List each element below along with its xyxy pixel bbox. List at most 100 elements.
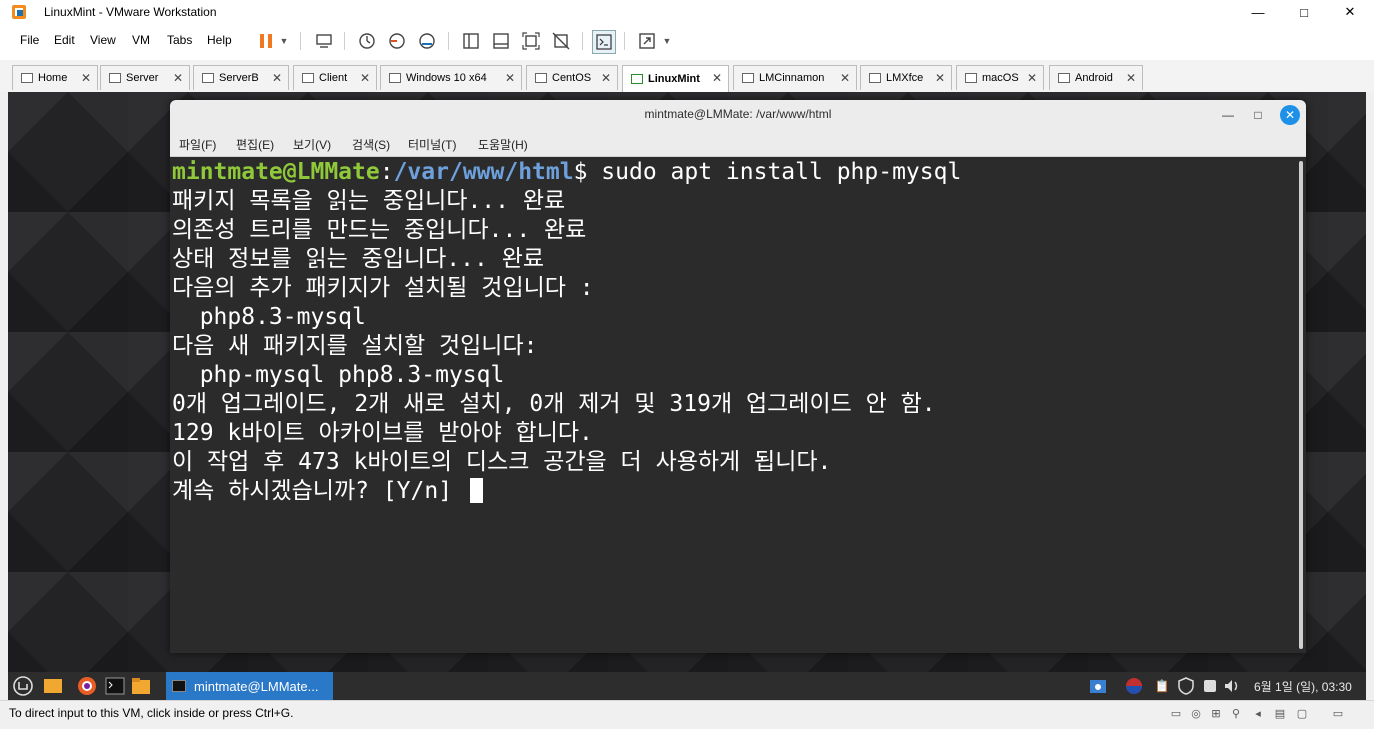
close-icon[interactable]: ✕ [1027,71,1037,85]
close-icon[interactable]: ✕ [935,71,945,85]
update-shield-icon[interactable] [1176,676,1196,696]
terminal-titlebar[interactable]: mintmate@LMMate: /var/www/html — □ ✕ [170,100,1306,130]
snapshot-icon[interactable] [356,30,378,52]
close-icon[interactable]: ✕ [840,71,850,85]
close-icon[interactable]: ✕ [360,71,370,85]
tab-linuxmint[interactable]: LinuxMint ✕ [622,65,729,92]
tab-centos[interactable]: CentOS ✕ [526,65,618,90]
terminal-prompt-line: mintmate@LMMate:/var/www/html$ sudo apt … [172,158,961,187]
terminal-menu-search[interactable]: 검색(S) [352,136,390,153]
vm-tab-strip: Home ✕ Server ✕ ServerB ✕ Client ✕ Windo… [0,60,1374,93]
clock[interactable]: 6월 1일 (일), 03:30 [1254,678,1352,695]
tab-macos[interactable]: macOS ✕ [956,65,1044,90]
tab-windows-10[interactable]: Windows 10 x64 ✕ [380,65,522,90]
display-icon[interactable]: ▢ [1294,706,1310,720]
terminal-line: php-mysql php8.3-mysql [172,362,505,388]
show-library-icon[interactable] [460,30,482,52]
terminal-menu-help[interactable]: 도움말(H) [478,136,528,153]
tab-lmcinnamon[interactable]: LMCinnamon ✕ [733,65,857,90]
minimize-button[interactable]: — [1235,0,1281,24]
message-log-icon[interactable]: ▭ [1330,706,1346,720]
scrollbar-thumb[interactable] [1299,161,1303,649]
close-icon[interactable]: ✕ [81,71,91,85]
text-cursor [469,478,483,503]
show-desktop-icon[interactable] [42,675,64,697]
tab-lmxfce[interactable]: LMXfce ✕ [860,65,952,90]
tab-label: macOS [982,72,1019,84]
sound-card-icon[interactable]: ◂ [1250,706,1266,720]
close-button[interactable]: ✕ [1327,0,1373,24]
tab-label: LMCinnamon [759,72,825,84]
terminal-minimize-button[interactable]: — [1218,105,1238,125]
terminal-output[interactable]: mintmate@LMMate:/var/www/html$ sudo apt … [170,157,1296,653]
close-icon[interactable]: ✕ [272,71,282,85]
volume-icon[interactable] [1222,676,1242,696]
terminal-close-button[interactable]: ✕ [1280,105,1300,125]
vm-frame-right [1366,92,1374,700]
clipboard-icon[interactable]: 📋 [1152,676,1172,696]
stretch-icon[interactable] [636,30,658,52]
guest-taskbar: mintmate@LMMate... 📋 6월 1일 (일), 03:30 [8,672,1366,700]
thumbnail-bar-icon[interactable] [490,30,512,52]
terminal-menu-view[interactable]: 보기(V) [293,136,331,153]
network-icon[interactable] [1200,676,1220,696]
toolbar-divider [582,32,583,50]
menu-view[interactable]: View [90,33,116,47]
terminal-menubar: 파일(F) 편집(E) 보기(V) 검색(S) 터미널(T) 도움말(H) [170,130,1306,157]
vm-icon [389,73,401,83]
terminal-maximize-button[interactable]: □ [1248,105,1268,125]
menu-tabs[interactable]: Tabs [167,33,192,47]
tab-serverb[interactable]: ServerB ✕ [193,65,289,90]
vm-icon [109,73,121,83]
screenshot-icon[interactable] [1088,676,1108,696]
close-icon[interactable]: ✕ [505,71,515,85]
terminal-menu-terminal[interactable]: 터미널(T) [408,136,456,153]
cd-dvd-icon[interactable]: ◎ [1188,706,1204,720]
menu-edit[interactable]: Edit [54,33,75,47]
pause-icon[interactable] [255,30,277,52]
revert-snapshot-icon[interactable] [386,30,408,52]
files-icon[interactable] [130,675,152,697]
terminal-scrollbar[interactable] [1296,157,1306,653]
close-icon[interactable]: ✕ [712,71,722,85]
unity-mode-icon[interactable] [550,30,572,52]
prompt-path: /var/www/html [393,159,574,185]
tab-android[interactable]: Android ✕ [1049,65,1143,90]
menu-help[interactable]: Help [207,33,232,47]
tab-server[interactable]: Server ✕ [100,65,190,90]
toolbar-divider [344,32,345,50]
send-ctrl-alt-del-icon[interactable] [313,30,335,52]
input-method-icon[interactable] [1124,676,1144,696]
vm-icon [1058,73,1070,83]
close-icon[interactable]: ✕ [601,71,611,85]
terminal-menu-edit[interactable]: 편집(E) [236,136,274,153]
toolbar-divider [448,32,449,50]
usb-icon[interactable]: ⚲ [1228,706,1244,720]
tab-label: Client [319,72,348,84]
terminal-line: 0개 업그레이드, 2개 새로 설치, 0개 제거 및 319개 업그레이드 안… [172,391,936,417]
tab-label: CentOS [552,72,592,84]
terminal-menu-file[interactable]: 파일(F) [179,136,216,153]
terminal-launcher-icon[interactable] [104,675,126,697]
taskbar-terminal-task[interactable]: mintmate@LMMate... [166,672,333,700]
printer-icon[interactable]: ▤ [1272,706,1288,720]
close-icon[interactable]: ✕ [173,71,183,85]
chevron-down-icon[interactable]: ▼ [660,30,674,52]
hard-disk-icon[interactable]: ▭ [1168,706,1184,720]
menu-file[interactable]: File [20,33,39,47]
terminal-window[interactable]: mintmate@LMMate: /var/www/html — □ ✕ 파일(… [170,100,1306,653]
snapshot-manager-icon[interactable] [416,30,438,52]
menu-vm[interactable]: VM [132,33,150,47]
tab-client[interactable]: Client ✕ [293,65,377,90]
vm-frame-left [0,92,8,700]
firefox-icon[interactable] [76,675,98,697]
mint-menu-icon[interactable] [12,675,34,697]
full-screen-icon[interactable] [520,30,542,52]
network-adapter-icon[interactable]: ⊞ [1208,706,1224,720]
maximize-button[interactable]: □ [1281,0,1327,24]
close-icon[interactable]: ✕ [1126,71,1136,85]
chevron-down-icon[interactable]: ▼ [277,30,291,52]
tab-home[interactable]: Home ✕ [12,65,98,90]
console-view-icon[interactable] [592,30,616,54]
window-title: LinuxMint - VMware Workstation [44,5,217,19]
